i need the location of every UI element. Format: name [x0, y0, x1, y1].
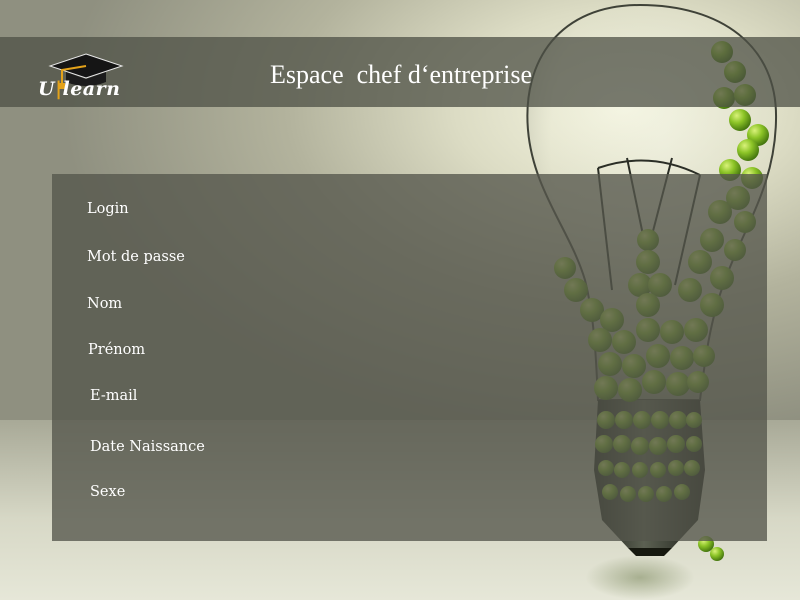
first-name-label: Prénom: [88, 342, 146, 358]
email-label: E-mail: [90, 388, 138, 404]
password-label: Mot de passe: [87, 249, 185, 265]
last-name-label: Nom: [87, 296, 123, 312]
logo-text: U|learn: [38, 78, 121, 100]
app-logo[interactable]: U|learn: [38, 52, 134, 106]
login-label: Login: [87, 201, 129, 217]
gender-label: Sexe: [90, 484, 126, 500]
page-title: Espace chef d‘entreprise: [270, 60, 533, 89]
birth-date-label: Date Naissance: [90, 439, 205, 455]
form-panel: [52, 174, 767, 541]
